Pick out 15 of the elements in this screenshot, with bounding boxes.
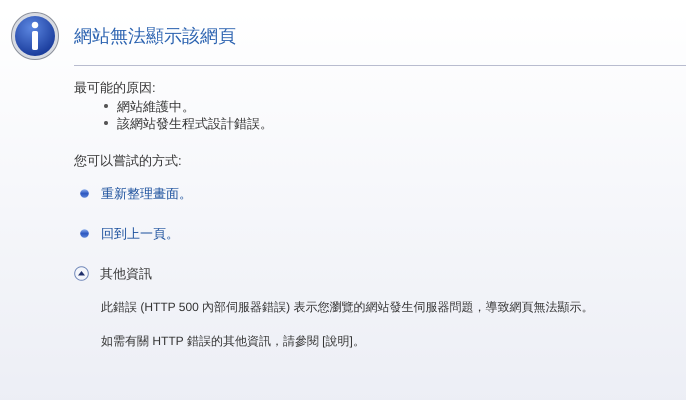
action-link[interactable]: 重新整理畫面。 [101, 184, 192, 204]
cause-text: 網站維護中。 [117, 98, 195, 114]
more-info-toggle[interactable]: 其他資訊 [74, 264, 152, 284]
info-paragraph: 如需有關 HTTP 錯誤的其他資訊，請參閱 [說明]。 [101, 332, 366, 350]
bullet-icon [104, 121, 108, 125]
bullet-icon [80, 228, 89, 238]
bullet-icon [104, 104, 108, 108]
bullet-icon [80, 189, 89, 198]
actions-heading: 您可以嘗試的方式: [74, 152, 183, 170]
info-icon [10, 11, 60, 61]
action-link[interactable]: 回到上一頁。 [101, 224, 179, 243]
causes-heading: 最可能的原因: [74, 79, 157, 97]
page-title: 網站無法顯示該網頁 [74, 24, 236, 48]
info-paragraph: 此錯誤 (HTTP 500 內部伺服器錯誤) 表示您瀏覽的網站發生伺服器問題，導致網頁無法顯示。 [101, 298, 594, 316]
cause-text: 該網站發生程式設計錯誤。 [117, 114, 273, 132]
